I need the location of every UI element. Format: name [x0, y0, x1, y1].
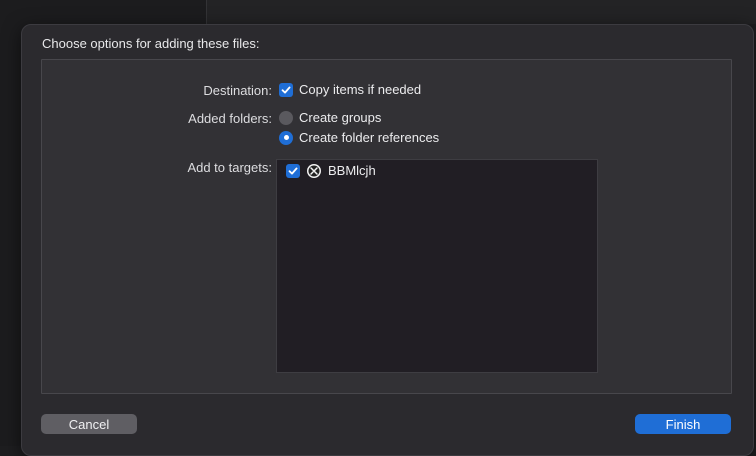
app-target-icon — [307, 163, 321, 178]
finish-button[interactable]: Finish — [635, 414, 731, 434]
checkbox-checked-icon — [279, 82, 293, 97]
targets-list[interactable]: BBMlcjh — [276, 159, 598, 373]
options-group-box: Destination: Copy items if needed Added … — [41, 59, 732, 394]
copy-items-label: Copy items if needed — [299, 82, 422, 97]
radio-selected-icon — [279, 130, 293, 145]
added-folders-label: Added folders: — [188, 111, 272, 126]
target-checkbox[interactable] — [286, 163, 300, 178]
radio-unselected-icon — [279, 110, 293, 125]
sheet-title: Choose options for adding these files: — [42, 36, 260, 51]
destination-label: Destination: — [203, 83, 272, 98]
copy-items-checkbox[interactable]: Copy items if needed — [279, 82, 421, 97]
add-to-targets-label: Add to targets: — [187, 160, 272, 175]
create-groups-radio[interactable]: Create groups — [279, 110, 381, 125]
add-files-options-sheet: Choose options for adding these files: D… — [21, 24, 754, 456]
background-editor — [207, 0, 756, 24]
target-name: BBMlcjh — [328, 163, 376, 178]
create-folder-references-label: Create folder references — [299, 130, 440, 145]
target-row[interactable]: BBMlcjh — [286, 163, 376, 178]
cancel-button[interactable]: Cancel — [41, 414, 137, 434]
create-groups-label: Create groups — [299, 110, 382, 125]
create-folder-references-radio[interactable]: Create folder references — [279, 130, 439, 145]
